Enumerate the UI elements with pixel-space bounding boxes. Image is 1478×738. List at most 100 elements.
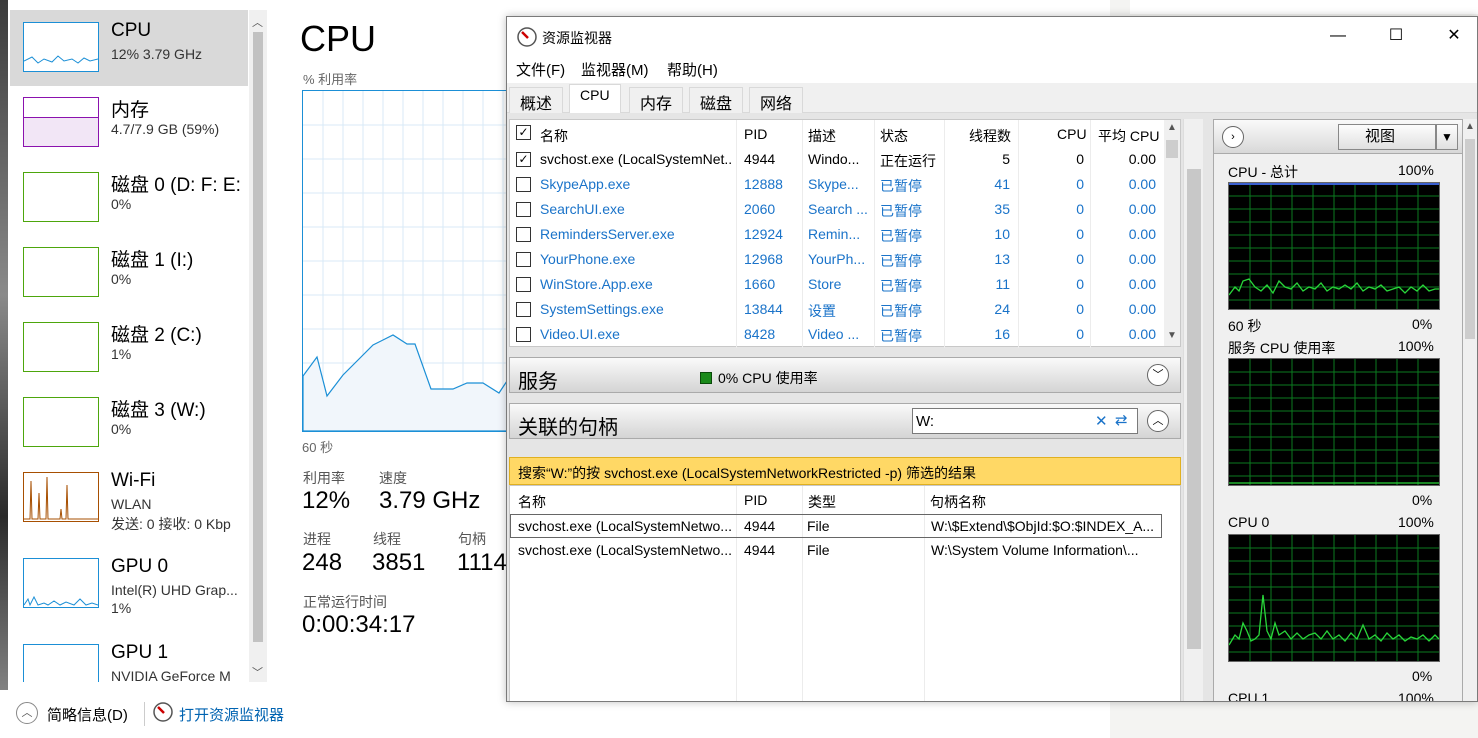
- scroll-up-icon[interactable]: ▲: [1167, 122, 1177, 133]
- process-checkbox[interactable]: [516, 177, 531, 192]
- graph-min-label: 0%: [1412, 668, 1433, 684]
- scroll-down-icon[interactable]: ﹀: [252, 664, 263, 680]
- graph-time-label: 60 秒: [302, 440, 334, 455]
- graphs-scrollbar[interactable]: ▲: [1463, 119, 1477, 701]
- sidebar-item-gpu-1[interactable]: GPU 1 NVIDIA GeForce M: [10, 632, 248, 682]
- process-checkbox[interactable]: [516, 277, 531, 292]
- close-button[interactable]: ✕: [1425, 17, 1477, 55]
- graph-grid: [1229, 535, 1439, 661]
- sidebar-item-title: Wi-Fi: [111, 470, 156, 491]
- sidebar-item-wifi[interactable]: Wi-Fi WLAN 发送: 0 接收: 0 Kbp: [10, 460, 248, 536]
- scrollbar-thumb[interactable]: [253, 32, 263, 642]
- column-header-pid[interactable]: PID: [744, 126, 767, 142]
- menu-file[interactable]: 文件(F): [516, 59, 565, 80]
- table-row[interactable]: Video.UI.exe 8428 Video ... 已暂停 16 0 0.00: [510, 322, 1164, 347]
- cell-pid: 8428: [744, 326, 776, 342]
- scroll-down-icon[interactable]: ▼: [1167, 330, 1177, 341]
- minimize-button[interactable]: —: [1309, 17, 1367, 55]
- chevron-up-icon[interactable]: ︿: [1147, 410, 1169, 432]
- scrollbar-thumb[interactable]: [1465, 139, 1475, 339]
- main-scrollbar[interactable]: [1183, 119, 1203, 701]
- sidebar-item-gpu-0[interactable]: GPU 0 Intel(R) UHD Grap... 1%: [10, 546, 248, 622]
- sidebar-item-memory[interactable]: 内存 4.7/7.9 GB (59%): [10, 85, 248, 161]
- graph-title: CPU - 总计: [1228, 164, 1298, 180]
- table-row[interactable]: SearchUI.exe 2060 Search ... 已暂停 35 0 0.00: [510, 197, 1164, 222]
- column-header-cpu[interactable]: CPU: [1057, 126, 1087, 142]
- table-row[interactable]: RemindersServer.exe 12924 Remin... 已暂停 10 0 0.…: [510, 222, 1164, 247]
- column-header-threads[interactable]: 线程数: [969, 126, 1011, 146]
- chevron-right-icon[interactable]: ›: [1222, 126, 1244, 148]
- select-all-checkbox[interactable]: ✓: [516, 125, 531, 140]
- cpu-utilization-graph: [302, 90, 512, 432]
- view-button[interactable]: 视图: [1338, 124, 1436, 150]
- handle-search-box[interactable]: ✕ ⇄: [912, 408, 1138, 434]
- memory-thumbnail-graph: [23, 97, 99, 147]
- table-row[interactable]: ✓ svchost.exe (LocalSystemNet... 4944 Windo…: [510, 147, 1164, 172]
- column-header-name[interactable]: 名称: [540, 126, 568, 146]
- status-square-icon: [700, 372, 712, 384]
- table-row[interactable]: SystemSettings.exe 13844 设置 已暂停 24 0 0.00: [510, 297, 1164, 322]
- title-bar[interactable]: 资源监视器 — ☐ ✕: [507, 17, 1477, 55]
- tab-disk[interactable]: 磁盘: [689, 87, 744, 113]
- column-header-status[interactable]: 状态: [880, 126, 908, 146]
- column-header-name[interactable]: 名称: [518, 492, 546, 512]
- resource-monitor-window: 资源监视器 — ☐ ✕ 文件(F) 监视器(M) 帮助(H) 概述 CPU 内存…: [506, 16, 1478, 702]
- cell-status: 已暂停: [880, 278, 922, 294]
- process-checkbox[interactable]: [516, 327, 531, 342]
- scroll-up-icon[interactable]: ▲: [1465, 121, 1475, 132]
- tab-cpu[interactable]: CPU: [569, 84, 621, 114]
- scroll-up-icon[interactable]: ︿: [252, 14, 263, 30]
- service-cpu-graph: [1228, 358, 1440, 486]
- open-resource-monitor-link[interactable]: 打开资源监视器: [179, 704, 284, 725]
- table-row[interactable]: svchost.exe (LocalSystemNetwo... 4944 Fi…: [510, 539, 1162, 563]
- column-header-type[interactable]: 类型: [808, 492, 836, 512]
- sidebar-item-cpu[interactable]: CPU 12% 3.79 GHz: [10, 10, 248, 86]
- column-header-description[interactable]: 描述: [808, 126, 836, 146]
- table-row[interactable]: WinStore.App.exe 1660 Store 已暂停 11 0 0.00: [510, 272, 1164, 297]
- dropdown-arrow-icon[interactable]: ▼: [1436, 124, 1458, 150]
- process-checkbox[interactable]: ✓: [516, 152, 531, 167]
- column-header-avg-cpu[interactable]: 平均 CPU: [1098, 126, 1159, 146]
- sidebar-scrollbar[interactable]: ︿ ﹀: [249, 10, 267, 682]
- chevron-up-icon[interactable]: ︿: [16, 702, 38, 724]
- menu-monitor[interactable]: 监视器(M): [581, 59, 649, 80]
- sidebar-item-disk-2[interactable]: 磁盘 2 (C:) 1%: [10, 310, 248, 386]
- chevron-down-icon[interactable]: ﹀: [1147, 364, 1169, 386]
- refresh-search-icon[interactable]: ⇄: [1115, 411, 1128, 429]
- process-checkbox[interactable]: [516, 302, 531, 317]
- cell-description: Skype...: [808, 176, 859, 192]
- cell-name: YourPhone.exe: [540, 251, 636, 267]
- process-checkbox[interactable]: [516, 252, 531, 267]
- scrollbar-thumb[interactable]: [1187, 169, 1201, 649]
- clear-search-icon[interactable]: ✕: [1095, 412, 1108, 430]
- handles-section-header[interactable]: 关联的句柄 ✕ ⇄ ︿: [509, 403, 1181, 439]
- brief-info-button[interactable]: 简略信息(D): [47, 704, 128, 725]
- table-row[interactable]: YourPhone.exe 12968 YourPh... 已暂停 13 0 0.00: [510, 247, 1164, 272]
- tab-network[interactable]: 网络: [749, 87, 804, 113]
- column-header-handle-name[interactable]: 句柄名称: [930, 492, 986, 512]
- graph-title: CPU 1: [1228, 690, 1270, 702]
- column-header-pid[interactable]: PID: [744, 492, 767, 508]
- tab-memory[interactable]: 内存: [629, 87, 684, 113]
- sidebar-item-disk-1[interactable]: 磁盘 1 (I:) 0%: [10, 235, 248, 311]
- sidebar-item-subtitle: 0%: [111, 196, 132, 212]
- process-checkbox[interactable]: [516, 227, 531, 242]
- process-checkbox[interactable]: [516, 202, 531, 217]
- tab-overview[interactable]: 概述: [509, 87, 564, 113]
- cell-status: 已暂停: [880, 253, 922, 269]
- desktop-edge: [0, 0, 8, 738]
- handle-search-input[interactable]: [916, 412, 1086, 430]
- scrollbar-thumb[interactable]: [1166, 140, 1178, 158]
- process-scrollbar[interactable]: ▲ ▼: [1164, 120, 1180, 346]
- table-row[interactable]: SkypeApp.exe 12888 Skype... 已暂停 41 0 0.00: [510, 172, 1164, 197]
- services-section-header[interactable]: 服务 0% CPU 使用率 ﹀: [509, 357, 1181, 393]
- table-row[interactable]: svchost.exe (LocalSystemNetwo... 4944 Fi…: [510, 514, 1162, 538]
- cell-status: 已暂停: [880, 228, 922, 244]
- sidebar-item-disk-0[interactable]: 磁盘 0 (D: F: E: 0%: [10, 160, 248, 236]
- stat-value: 0:00:34:17: [302, 611, 416, 638]
- graph-min-label: 0%: [1412, 316, 1433, 332]
- section-title: 服务: [518, 371, 558, 393]
- maximize-button[interactable]: ☐: [1367, 17, 1425, 55]
- sidebar-item-disk-3[interactable]: 磁盘 3 (W:) 0%: [10, 385, 248, 461]
- menu-help[interactable]: 帮助(H): [667, 59, 718, 80]
